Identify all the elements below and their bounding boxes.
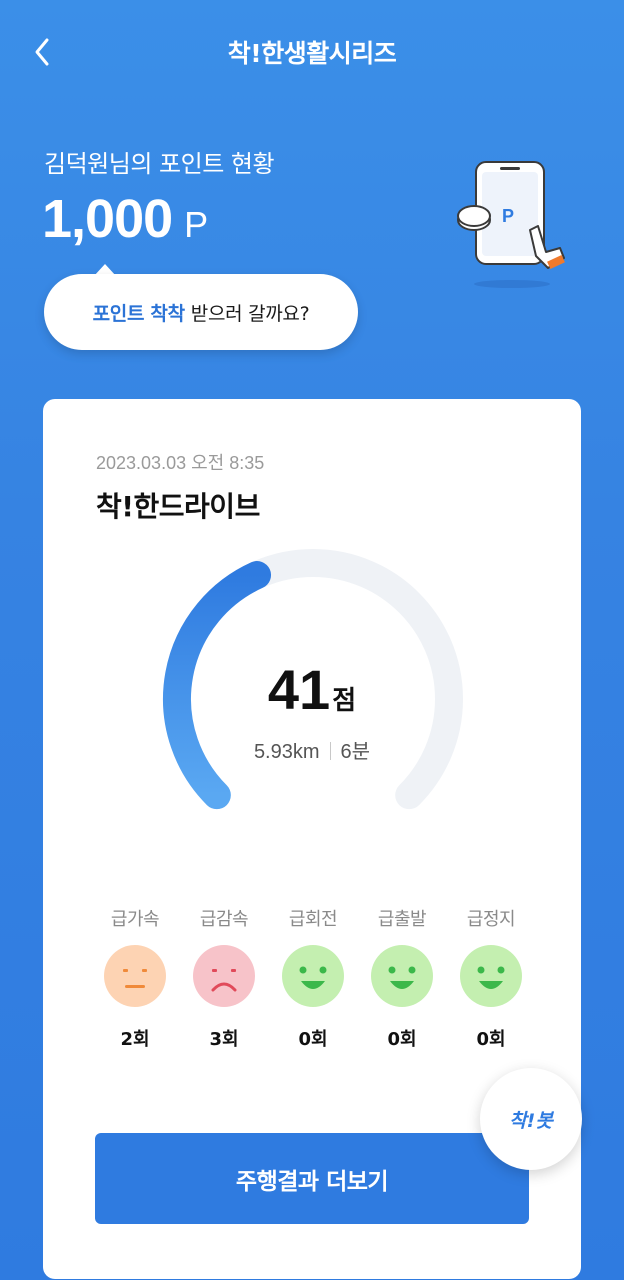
points-unit: P (184, 204, 208, 245)
event-label: 급회전 (288, 909, 338, 930)
points-label: 김덕원님의 포인트 현황 (44, 150, 275, 178)
chatbot-fab-button[interactable]: 착!봇 (480, 1068, 582, 1170)
driving-events: 급가속 2회 급감속 3회 급회전 0회 급출발 0회 급정지 0회 (95, 905, 531, 1051)
event-rapid-acceleration: 급가속 2회 (95, 905, 175, 1051)
score-display: 41점 (43, 657, 581, 722)
distance-value: 5.93km (253, 741, 320, 763)
happy-face-icon (371, 945, 433, 1007)
card-title: 착!한드라이브 (96, 490, 260, 523)
event-count: 0회 (476, 1029, 506, 1050)
event-count: 0회 (298, 1029, 328, 1050)
sad-face-icon (193, 945, 255, 1007)
app-header: 착!한생활시리즈 (0, 0, 624, 104)
event-label: 급가속 (110, 909, 160, 930)
view-more-results-button[interactable]: 주행결과 더보기 (95, 1133, 529, 1224)
event-rapid-start: 급출발 0회 (362, 905, 442, 1051)
bubble-accent-text: 포인트 착착 (92, 302, 186, 325)
stats-divider (329, 742, 331, 760)
points-number: 1,000 (42, 189, 173, 249)
trip-stats: 5.93km 6분 (43, 735, 581, 764)
points-value: 1,000 P (42, 188, 208, 250)
neutral-face-icon (104, 945, 166, 1007)
drive-date: 2023.03.03 오전 8:35 (96, 453, 265, 473)
event-sharp-turn: 급회전 0회 (273, 905, 353, 1051)
happy-face-icon (460, 945, 522, 1007)
phone-point-coin-icon: P (457, 161, 565, 288)
happy-face-icon (282, 945, 344, 1007)
bubble-text: 받으러 갈까요? (190, 302, 310, 325)
phone-point-label: P (502, 206, 514, 226)
event-sudden-stop: 급정지 0회 (451, 905, 531, 1051)
duration-value: 6분 (340, 741, 371, 763)
event-rapid-deceleration: 급감속 3회 (184, 905, 264, 1051)
score-unit: 점 (332, 686, 357, 716)
event-label: 급감속 (199, 909, 249, 930)
earn-points-bubble[interactable]: 포인트 착착 받으러 갈까요? (44, 274, 358, 350)
page-title: 착!한생활시리즈 (227, 39, 397, 68)
event-count: 3회 (209, 1029, 239, 1050)
event-count: 2회 (120, 1029, 150, 1050)
event-label: 급출발 (377, 909, 427, 930)
event-count: 0회 (387, 1029, 417, 1050)
event-label: 급정지 (466, 909, 516, 930)
score-value: 41 (267, 658, 331, 721)
